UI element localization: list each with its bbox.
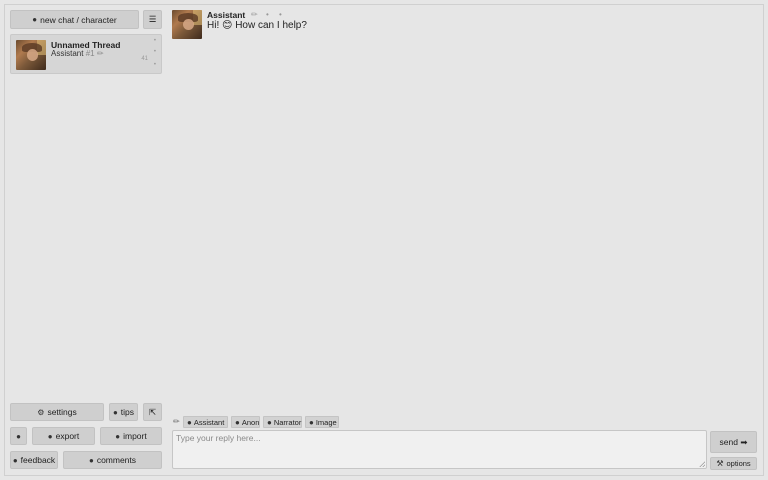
feedback-icon: ● (12, 455, 18, 465)
storage-button[interactable]: ● (10, 427, 27, 445)
send-label: send ➡ (719, 436, 748, 447)
user-icon: ● (187, 417, 192, 427)
menu-button[interactable]: ☰ (143, 10, 162, 29)
collapse-sidebar-button[interactable]: ⇱ (143, 403, 162, 421)
message-author: Assistant (207, 10, 246, 20)
thread-id: #1 (85, 49, 95, 58)
reply-input[interactable] (172, 430, 707, 469)
feedback-button[interactable]: ● feedback (10, 451, 58, 469)
thread-count: 41 (141, 56, 148, 62)
message-text: Hi! 😊 How can I help? (207, 20, 307, 31)
import-button[interactable]: ● import (100, 427, 162, 445)
storage-icon: ● (16, 431, 21, 441)
thread-avatar (16, 40, 46, 70)
tips-label: tips (120, 407, 135, 417)
comments-label: comments (96, 455, 137, 465)
thread-delete-icon[interactable]: • (154, 62, 156, 68)
thread-pin-icon[interactable]: • (154, 38, 156, 44)
resize-grip-icon[interactable] (699, 461, 705, 467)
collapse-icon: ⇱ (148, 406, 157, 417)
user-icon: ● (235, 417, 240, 427)
chip-assistant[interactable]: ● Assistant (183, 416, 228, 428)
send-button[interactable]: send ➡ (710, 431, 757, 453)
menu-icon: ☰ (148, 14, 157, 24)
chip-label: Image (315, 417, 337, 427)
thread-duplicate-icon[interactable]: • (154, 49, 156, 55)
composer-pencil-icon[interactable]: ✏ (173, 417, 180, 426)
chip-narrator[interactable]: ● Narrator (263, 416, 302, 428)
new-chat-label: new chat / character (40, 14, 117, 25)
comments-icon: ● (88, 455, 94, 465)
message-delete-icon[interactable]: • (279, 10, 282, 19)
comments-button[interactable]: ● comments (63, 451, 162, 469)
chip-label: Anon (241, 417, 260, 427)
thread-card[interactable]: Unnamed Thread Assistant #1 ✏ • • 41 • (10, 34, 162, 74)
export-label: export (55, 431, 80, 441)
tips-button[interactable]: ● tips (109, 403, 138, 421)
gear-icon: ⚙ (37, 407, 45, 417)
upload-icon: ● (115, 431, 121, 441)
export-button[interactable]: ● export (32, 427, 95, 445)
message-edit-icon[interactable]: ✏ (251, 10, 258, 19)
thread-count-value: 41 (141, 56, 148, 62)
chip-image[interactable]: ● Image (305, 416, 339, 428)
settings-button[interactable]: ⚙ settings (10, 403, 104, 421)
thread-character: Assistant (51, 49, 84, 58)
thread-rename-icon[interactable]: ✏ (97, 49, 104, 58)
message-avatar (172, 10, 202, 39)
feedback-label: feedback (20, 455, 56, 465)
thread-subtitle: Assistant #1 ✏ (51, 49, 104, 58)
options-label: options (726, 459, 751, 468)
download-icon: ● (47, 431, 53, 441)
book-icon: ● (267, 417, 272, 427)
chip-label: Narrator (273, 417, 302, 427)
chip-anon[interactable]: ● Anon (231, 416, 260, 428)
new-chat-button[interactable]: ● new chat / character (10, 10, 139, 29)
image-icon: ● (309, 417, 314, 427)
settings-label: settings (47, 407, 77, 417)
lightbulb-icon: ● (112, 407, 118, 417)
tools-icon: ⚒ (716, 459, 724, 468)
user-plus-icon: ● (32, 15, 38, 24)
options-button[interactable]: ⚒ options (710, 457, 757, 470)
import-label: import (123, 431, 147, 441)
chip-label: Assistant (193, 417, 225, 427)
message-regenerate-icon[interactable]: • (266, 10, 269, 19)
